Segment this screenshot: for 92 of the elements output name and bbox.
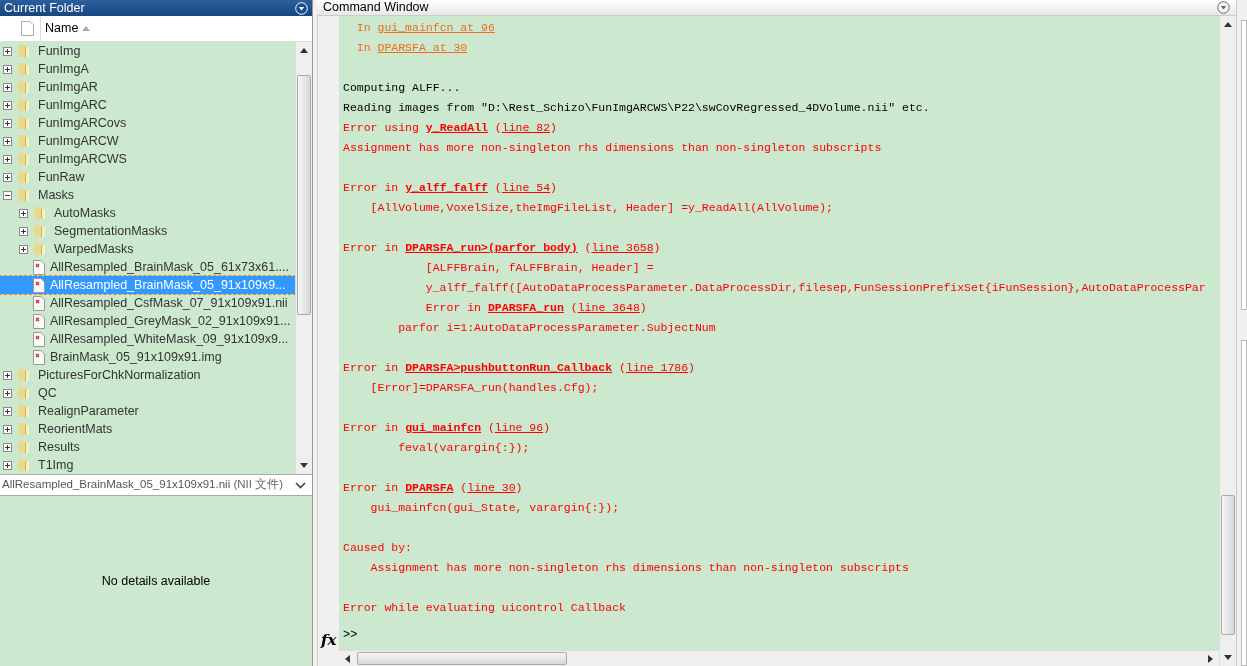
error-line: Error in DPARSFA_run>(parfor body) (line 3658): [343, 240, 662, 256]
collapse-icon[interactable]: [3, 190, 12, 200]
expand-icon[interactable]: [19, 226, 28, 236]
scroll-right-icon[interactable]: [1208, 654, 1213, 663]
expand-icon[interactable]: [3, 406, 12, 416]
folder-item[interactable]: Results: [0, 438, 295, 456]
folder-item[interactable]: PicturesForChkNormalization: [0, 366, 295, 384]
file-icon: [33, 259, 45, 275]
command-prompt[interactable]: >>: [343, 626, 358, 644]
expand-icon[interactable]: [3, 64, 12, 74]
folder-item[interactable]: QC: [0, 384, 295, 402]
menu-icon[interactable]: [1217, 1, 1230, 14]
folder-item[interactable]: ReorientMats: [0, 420, 295, 438]
file-icon: [33, 349, 45, 365]
folder-item[interactable]: T1Img: [0, 456, 295, 474]
expand-icon[interactable]: [3, 136, 12, 146]
expand-icon[interactable]: [3, 82, 12, 92]
name-column-header[interactable]: Name: [45, 19, 91, 38]
error-line: [Error]=DPARSFA_run(handles.Cfg);: [369, 380, 600, 396]
expand-icon[interactable]: [19, 244, 28, 254]
folder-item[interactable]: WarpedMasks: [0, 240, 295, 258]
error-line: y_alff_falff([AutoDataProcessParameter.DataProcessDir,filesep,FunSessionPrefixSet{iFunSession},AutoDataProcessPar: [424, 280, 1207, 296]
file-icon: [33, 277, 45, 293]
expand-icon[interactable]: [3, 388, 12, 398]
file-icon: [33, 331, 45, 347]
file-icon: [33, 295, 45, 311]
expand-icon[interactable]: [3, 100, 12, 110]
error-line: Error in DPARSFA (line 30): [343, 480, 524, 496]
scroll-left-icon[interactable]: [345, 654, 350, 663]
folder-item[interactable]: FunImgARCW: [0, 132, 295, 150]
folder-item[interactable]: Masks: [0, 186, 295, 204]
function-icon[interactable]: fx: [318, 633, 339, 648]
scroll-thumb[interactable]: [297, 75, 311, 315]
error-line: Assignment has more non-singleton rhs dimensions than non-singleton subscripts: [369, 560, 910, 576]
error-line: Assignment has more non-singleton rhs dimensions than non-singleton subscripts: [343, 140, 883, 156]
file-item[interactable]: AllResampled_GreyMask_02_91x109x91...: [0, 312, 295, 330]
error-line: Error in gui_mainfcn (line 96): [343, 420, 552, 436]
scroll-thumb[interactable]: [357, 652, 567, 665]
folder-item[interactable]: FunImgAR: [0, 78, 295, 96]
panel-title: Current Folder: [4, 1, 85, 15]
expand-icon[interactable]: [3, 172, 12, 182]
scroll-up-icon[interactable]: [1224, 22, 1232, 27]
warning-line: In gui_mainfcn at 96: [355, 20, 496, 36]
details-message: No details available: [101, 572, 211, 590]
horizontal-scrollbar[interactable]: [339, 650, 1219, 666]
details-filename: AllResampled_BrainMask_05_91x109x91.nii (NII 文件): [2, 477, 283, 493]
output-line: Reading images from "D:\Rest_Schizo\FunImgARCWS\P22\swCovRegressed_4DVolume.nii" etc.: [343, 100, 931, 116]
error-line: [ALFFBrain, fALFFBrain, Header] =: [424, 260, 655, 276]
error-line: Error in DPARSFA_run (line 3648): [424, 300, 648, 316]
expand-icon[interactable]: [3, 460, 12, 470]
folder-item[interactable]: FunImgARC: [0, 96, 295, 114]
chevron-down-icon[interactable]: [295, 481, 306, 489]
scroll-thumb[interactable]: [1221, 495, 1235, 635]
file-type-icon: [21, 21, 34, 36]
file-icon: [33, 313, 45, 329]
expand-icon[interactable]: [19, 208, 28, 218]
file-item[interactable]: AllResampled_WhiteMask_09_91x109x9...: [0, 330, 295, 348]
expand-icon[interactable]: [3, 46, 12, 56]
output-line: Computing ALFF...: [343, 80, 462, 96]
error-line: [AllVolume,VoxelSize,theImgFileList, Header] =y_ReadAll(AllVolume);: [369, 200, 834, 216]
expand-icon[interactable]: [3, 424, 12, 434]
tree-scrollbar[interactable]: [295, 42, 312, 474]
scroll-up-icon[interactable]: [300, 48, 308, 53]
folder-item[interactable]: FunImgARCWS: [0, 150, 295, 168]
error-line: feval(varargin{:});: [397, 440, 531, 456]
error-line: parfor i=1:AutoDataProcessParameter.SubjectNum: [397, 320, 717, 336]
expand-icon[interactable]: [3, 154, 12, 164]
error-line: Error while evaluating uicontrol Callback: [343, 600, 627, 616]
warning-line: In DPARSFA at 30: [355, 40, 469, 56]
error-line: Error in y_alff_falff (line 54): [343, 180, 558, 196]
scroll-down-icon[interactable]: [300, 463, 308, 468]
sort-ascending-icon: [82, 26, 91, 31]
folder-item[interactable]: AutoMasks: [0, 204, 295, 222]
folder-item[interactable]: FunImgA: [0, 60, 295, 78]
file-item[interactable]: AllResampled_BrainMask_05_61x73x61....: [0, 258, 295, 276]
error-line: Error using y_ReadAll (line 82): [343, 120, 558, 136]
folder-item[interactable]: FunImgARCovs: [0, 114, 295, 132]
expand-icon[interactable]: [3, 442, 12, 452]
scroll-down-icon[interactable]: [1224, 655, 1232, 660]
file-item[interactable]: AllResampled_CsfMask_07_91x109x91.nii: [0, 294, 295, 312]
folder-item[interactable]: FunImg: [0, 42, 295, 60]
file-item[interactable]: BrainMask_05_91x109x91.img: [0, 348, 295, 366]
error-line: gui_mainfcn(gui_State, varargin{:});: [369, 500, 621, 516]
expand-icon[interactable]: [3, 370, 12, 380]
expand-icon[interactable]: [3, 118, 12, 128]
error-line: Error in DPARSFA>pushbuttonRun_Callback (line 1786): [343, 360, 696, 376]
folder-item[interactable]: FunRaw: [0, 168, 295, 186]
error-line: Caused by:: [343, 540, 413, 556]
folder-item[interactable]: SegmentationMasks: [0, 222, 295, 240]
folder-item[interactable]: RealignParameter: [0, 402, 295, 420]
console-scrollbar[interactable]: [1219, 16, 1236, 666]
panel-title: Command Window: [323, 1, 429, 14]
